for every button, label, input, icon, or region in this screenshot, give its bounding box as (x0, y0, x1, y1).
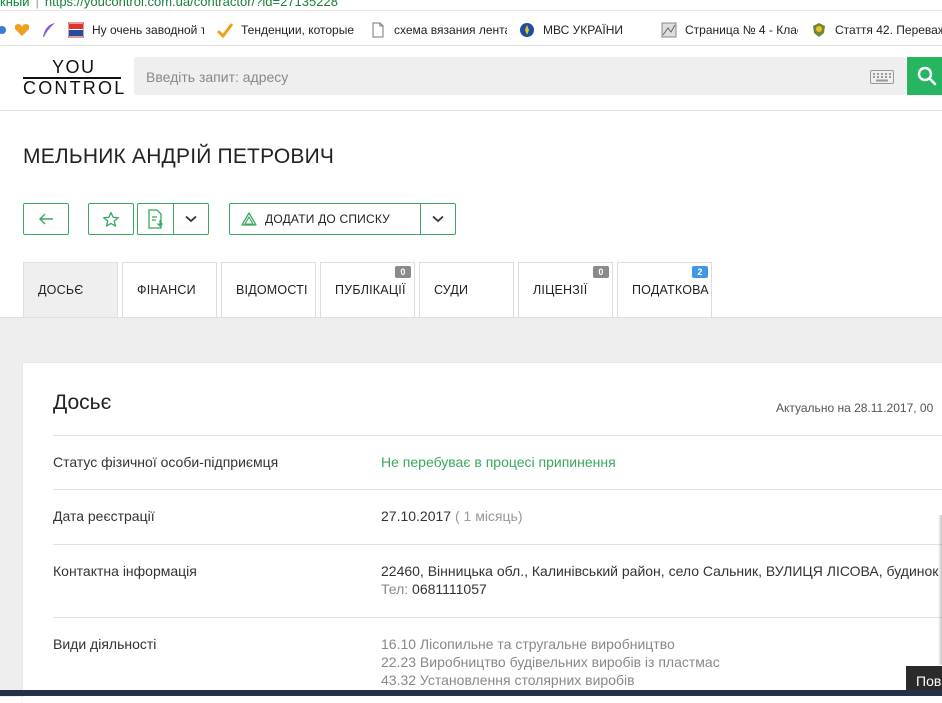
row-label: Дата реєстрації (53, 508, 155, 524)
tab-label: ДОСЬЄ (38, 283, 84, 297)
bookmark-label: МВС УКРАЇНИ (543, 23, 624, 37)
window-edge-shadow (938, 515, 942, 665)
count-badge: 0 (593, 266, 609, 278)
count-badge: 2 (692, 266, 708, 278)
url-text[interactable]: кный | https://youcontrol.com.ua/contracto… (0, 0, 338, 9)
address: 22460, Вінницька обл., Калинівський райо… (381, 563, 939, 579)
export-button[interactable] (137, 203, 174, 235)
row-label: Види діяльності (53, 636, 157, 652)
youcontrol-logo[interactable]: YOU CONTROL (23, 57, 124, 98)
updated-timestamp: Актуально на 28.11.2017, 00 (776, 401, 934, 415)
tab-publications[interactable]: ПУБЛІКАЦІЇ 0 (320, 262, 415, 317)
registration-age: ( 1 місяць) (454, 508, 523, 524)
document-download-icon (147, 209, 163, 229)
check-icon (217, 23, 233, 38)
activities-list: 16.10 Лісопильне та стругальне виробницт… (381, 635, 720, 689)
os-taskbar (0, 690, 942, 696)
bookmarks-bar: Ну очень заводной т Тенденции, которые с… (0, 14, 942, 46)
bookmark-item-4[interactable]: МВС УКРАЇНИ (519, 21, 629, 39)
info-row-registration: Дата реєстрації 27.10.2017 ( 1 місяць) (53, 489, 942, 545)
contact-value: 22460, Вінницька обл., Калинівський райо… (381, 562, 938, 598)
mark-stuk-icon (68, 22, 84, 38)
add-to-list-button[interactable]: ДОДАТИ ДО СПИСКУ (229, 203, 456, 235)
emblem-icon (520, 23, 534, 37)
info-row-activities: Види діяльності 16.10 Лісопильне та стру… (53, 617, 942, 698)
activity-item: 43.32 Установлення столярних виробів (381, 672, 635, 688)
add-to-list-dropdown[interactable] (420, 204, 455, 234)
page-icon (372, 22, 384, 38)
search-bar (134, 57, 906, 97)
add-to-list-label: ДОДАТИ ДО СПИСКУ (265, 212, 391, 226)
tab-bar: ДОСЬЄ ФІНАНСИ ВІДОМОСТІ ПУБЛІКАЦІЇ 0 СУД… (0, 262, 942, 317)
back-button[interactable] (23, 203, 69, 235)
bookmark-label: схема вязания лента (394, 23, 507, 37)
url[interactable]: https://youcontrol.com.ua/contractor/?id… (45, 0, 338, 9)
info-row-contact: Контактна інформація 22460, Вінницька об… (53, 544, 942, 618)
tab-label: СУДИ (434, 283, 469, 297)
row-label: Контактна інформація (53, 563, 197, 579)
logo-bottom: CONTROL (23, 78, 127, 98)
search-input[interactable] (144, 57, 848, 97)
url-prefix: кный (0, 0, 30, 9)
bookmark-label: Ну очень заводной т (92, 23, 204, 37)
phone-label: Тел: (381, 581, 409, 597)
heart-icon[interactable] (14, 23, 30, 37)
phone[interactable]: 0681111057 (412, 581, 487, 597)
dossier-card: Досьє Актуально на 28.11.2017, 00 Статус… (23, 363, 942, 703)
registration-value: 27.10.2017 ( 1 місяць) (381, 507, 523, 525)
page-title: МЕЛЬНИК АНДРІЙ ПЕТРОВИЧ (23, 145, 335, 168)
keyboard-icon[interactable] (870, 70, 894, 84)
crest-icon (813, 23, 825, 37)
chevron-down-icon (185, 215, 197, 223)
tab-courts[interactable]: СУДИ (419, 262, 514, 317)
site-header: YOU CONTROL (0, 46, 942, 111)
search-button[interactable] (907, 57, 942, 95)
bookmark-fragment-icon (0, 26, 6, 34)
tab-label: ЛІЦЕНЗІЇ (533, 283, 588, 297)
feather-icon[interactable] (41, 22, 57, 38)
dossier-title: Досьє (53, 391, 112, 414)
row-label: Статус фізичної особи-підприємця (53, 454, 279, 470)
activity-item: 22.23 Виробництво будівельних виробів із… (381, 654, 720, 670)
bookmark-item-1[interactable]: Ну очень заводной т (68, 21, 204, 39)
tab-label: ПУБЛІКАЦІЇ (335, 283, 406, 297)
image-icon (661, 22, 677, 38)
bookmark-item-2[interactable]: Тенденции, которые (217, 21, 357, 39)
activity-item: 16.10 Лісопильне та стругальне виробницт… (381, 636, 675, 652)
bookmark-label: Страница № 4 - Клас (685, 23, 798, 37)
export-dropdown-button[interactable] (173, 203, 209, 235)
bookmark-item-6[interactable]: Стаття 42. Переваж (811, 21, 942, 39)
search-icon (917, 66, 937, 86)
logo-top: YOU (52, 57, 96, 77)
tab-records[interactable]: ВІДОМОСТІ (221, 262, 316, 317)
count-badge: 0 (395, 266, 411, 278)
registration-date: 27.10.2017 (381, 508, 452, 524)
info-row-status: Статус фізичної особи-підприємця Не пере… (53, 435, 942, 490)
list-triangle-icon (241, 212, 257, 226)
browser-url-bar[interactable]: кный | https://youcontrol.com.ua/contracto… (0, 0, 942, 11)
favorite-button[interactable] (88, 203, 134, 235)
tab-tax[interactable]: ПОДАТКОВА 2 (617, 262, 712, 317)
arrow-left-icon (39, 213, 53, 225)
tab-label: ФІНАНСИ (137, 283, 196, 297)
bookmark-label: Стаття 42. Переваж (835, 23, 942, 37)
tab-licenses[interactable]: ЛІЦЕНЗІЇ 0 (518, 262, 613, 317)
status-value: Не перебуває в процесі припинення (381, 454, 616, 470)
chevron-down-icon (432, 215, 444, 223)
tab-label: ПОДАТКОВА (632, 283, 709, 297)
bookmark-item-3[interactable]: схема вязания лента (370, 21, 507, 39)
star-icon (103, 211, 119, 227)
tab-dossier[interactable]: ДОСЬЄ (23, 262, 118, 317)
tab-finance[interactable]: ФІНАНСИ (122, 262, 217, 317)
bookmark-label: Тенденции, которые (241, 23, 355, 37)
bookmark-item-5[interactable]: Страница № 4 - Клас (661, 21, 798, 39)
tab-label: ВІДОМОСТІ (236, 283, 308, 297)
